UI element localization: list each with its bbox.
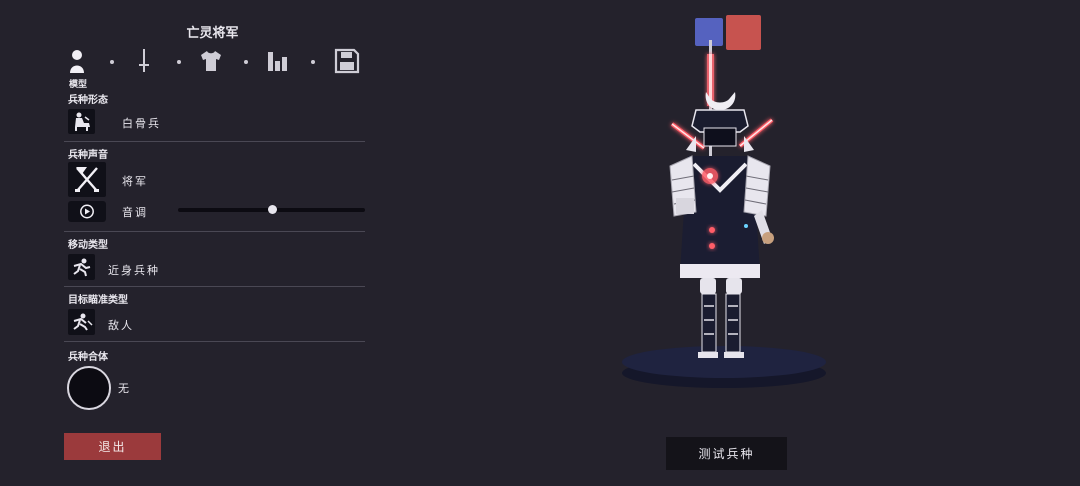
movement-value: 近身兵种 xyxy=(108,264,160,277)
pitch-slider-thumb[interactable] xyxy=(267,205,277,214)
pitch-play-button[interactable] xyxy=(68,201,106,222)
pitch-label: 音调 xyxy=(122,206,148,219)
unit-preview xyxy=(622,40,826,388)
section-divider xyxy=(64,141,365,142)
person-icon xyxy=(70,50,84,73)
target-figure-icon xyxy=(73,313,93,331)
stats-bars-icon xyxy=(268,52,287,71)
movement-selector[interactable] xyxy=(68,254,95,280)
tab-model[interactable] xyxy=(64,48,90,74)
unit-name-title: 亡灵将军 xyxy=(186,26,239,41)
play-icon xyxy=(80,204,94,219)
form-selector[interactable] xyxy=(68,109,95,134)
exit-button[interactable]: 退出 xyxy=(64,433,161,460)
test-unit-button[interactable]: 测试兵种 xyxy=(666,437,787,470)
targeting-value: 敌人 xyxy=(108,319,134,332)
section-divider xyxy=(64,231,365,232)
tab-separator-dot xyxy=(311,60,315,64)
crossed-swords-icon xyxy=(75,167,99,192)
section-title-combine: 兵种合体 xyxy=(68,352,108,363)
tab-separator-dot xyxy=(177,60,181,64)
tab-separator-dot xyxy=(244,60,248,64)
skeleton-rider-icon xyxy=(75,112,90,131)
tab-clothing[interactable] xyxy=(198,48,224,74)
combine-unit-slot[interactable] xyxy=(67,366,111,410)
shirt-icon xyxy=(201,51,221,71)
section-title-voice: 兵种声音 xyxy=(68,150,108,161)
voice-value: 将军 xyxy=(122,175,148,188)
combine-value: 无 xyxy=(118,382,131,395)
unit-settings-panel: 亡灵将军 模型 兵种形态 白骨兵 兵种声音 将军 音调 移动类型 近身兵种 目标… xyxy=(0,0,380,486)
section-title-movement: 移动类型 xyxy=(68,240,108,251)
section-title-form: 兵种形态 xyxy=(68,95,108,106)
targeting-selector[interactable] xyxy=(68,309,95,335)
editor-tabs xyxy=(64,48,364,78)
tab-weapons[interactable] xyxy=(131,48,157,74)
samurai-legs xyxy=(698,278,744,358)
section-title-targeting: 目标瞄准类型 xyxy=(68,295,128,306)
sword-icon xyxy=(139,49,149,72)
tab-save[interactable] xyxy=(334,48,360,74)
section-divider xyxy=(64,341,365,342)
section-divider xyxy=(64,286,365,287)
running-figure-icon xyxy=(73,258,91,277)
samurai-armor xyxy=(669,155,774,278)
voice-selector[interactable] xyxy=(68,162,106,197)
pitch-slider[interactable] xyxy=(178,205,365,214)
form-value: 白骨兵 xyxy=(122,117,161,130)
active-tab-label: 模型 xyxy=(69,80,88,90)
tab-separator-dot xyxy=(110,60,114,64)
save-icon xyxy=(334,48,360,74)
tab-stats[interactable] xyxy=(265,48,291,74)
